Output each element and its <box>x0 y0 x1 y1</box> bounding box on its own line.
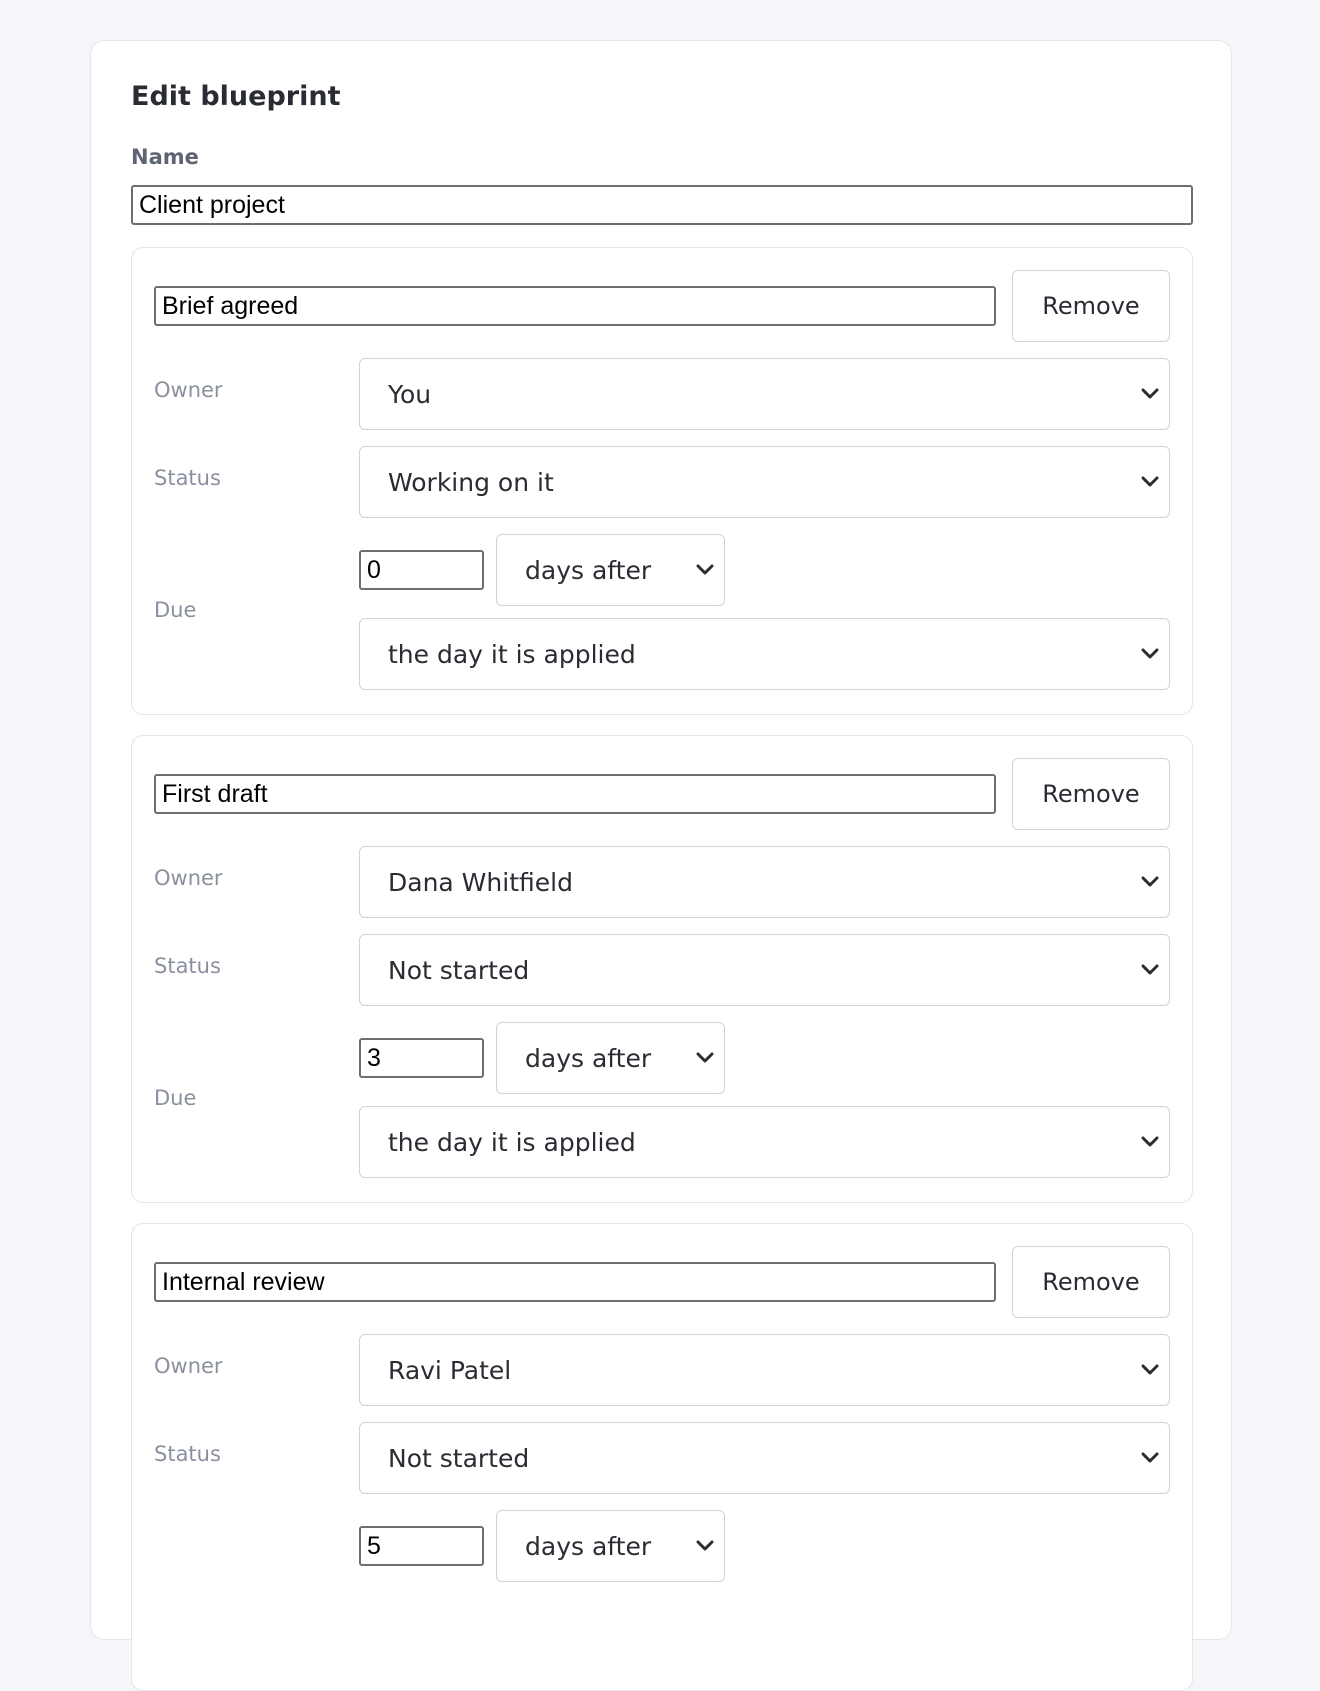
status-select-value: Not started <box>388 1443 530 1473</box>
due-unit-select[interactable]: days after <box>496 1022 725 1094</box>
due-offset-input[interactable] <box>359 1526 484 1566</box>
chevron-down-icon <box>1141 476 1159 487</box>
owner-select-value: Ravi Patel <box>388 1355 512 1385</box>
status-label: Status <box>154 954 221 978</box>
chevron-down-icon <box>1141 964 1159 975</box>
due-offset-input[interactable] <box>359 1038 484 1078</box>
status-select-value: Working on it <box>388 467 554 497</box>
chevron-down-icon <box>1141 1364 1159 1375</box>
due-label: Due <box>154 598 197 622</box>
due-anchor-select[interactable]: the day it is applied <box>359 1106 1170 1178</box>
owner-select[interactable]: Dana Whitfield <box>359 846 1170 918</box>
owner-label: Owner <box>154 1354 223 1378</box>
status-label: Status <box>154 466 221 490</box>
due-unit-select-value: days after <box>525 1043 652 1073</box>
remove-step-button[interactable]: Remove <box>1012 270 1170 342</box>
due-offset-input[interactable] <box>359 550 484 590</box>
step-name-input[interactable] <box>154 1262 996 1302</box>
owner-select[interactable]: You <box>359 358 1170 430</box>
due-unit-select-value: days after <box>525 1531 652 1561</box>
owner-select-value: Dana Whitfield <box>388 867 573 897</box>
due-label: Due <box>154 1086 197 1110</box>
chevron-down-icon <box>1141 1136 1159 1147</box>
edit-blueprint-card: Edit blueprint Name Remove Owner You Sta… <box>90 40 1232 1691</box>
step-name-input[interactable] <box>154 286 996 326</box>
chevron-down-icon <box>1141 388 1159 399</box>
due-anchor-select-value: the day it is applied <box>388 1127 636 1157</box>
page-title: Edit blueprint <box>131 81 341 112</box>
remove-step-button[interactable]: Remove <box>1012 758 1170 830</box>
step-card-first-draft: Remove Owner Dana Whitfield Status Not s… <box>131 735 1193 1203</box>
owner-label: Owner <box>154 378 223 402</box>
owner-select-value: You <box>388 379 432 409</box>
chevron-down-icon <box>1141 876 1159 887</box>
due-unit-select[interactable]: days after <box>496 534 725 606</box>
chevron-down-icon <box>696 1540 714 1551</box>
step-name-input[interactable] <box>154 774 996 814</box>
due-anchor-select-value: the day it is applied <box>388 639 636 669</box>
chevron-down-icon <box>696 1052 714 1063</box>
status-label: Status <box>154 1442 221 1466</box>
due-unit-select-value: days after <box>525 555 652 585</box>
chevron-down-icon <box>696 564 714 575</box>
owner-select[interactable]: Ravi Patel <box>359 1334 1170 1406</box>
owner-label: Owner <box>154 866 223 890</box>
status-select[interactable]: Not started <box>359 1422 1170 1494</box>
step-card-internal-review: Remove Owner Ravi Patel Status Not start… <box>131 1223 1193 1691</box>
status-select[interactable]: Not started <box>359 934 1170 1006</box>
due-anchor-select[interactable]: the day it is applied <box>359 618 1170 690</box>
chevron-down-icon <box>1141 648 1159 659</box>
chevron-down-icon <box>1141 1452 1159 1463</box>
step-card-brief-agreed: Remove Owner You Status Working on it Du… <box>131 247 1193 715</box>
status-select[interactable]: Working on it <box>359 446 1170 518</box>
remove-step-button[interactable]: Remove <box>1012 1246 1170 1318</box>
status-select-value: Not started <box>388 955 530 985</box>
due-unit-select[interactable]: days after <box>496 1510 725 1582</box>
blueprint-name-input[interactable] <box>131 185 1193 225</box>
name-label: Name <box>131 145 199 169</box>
